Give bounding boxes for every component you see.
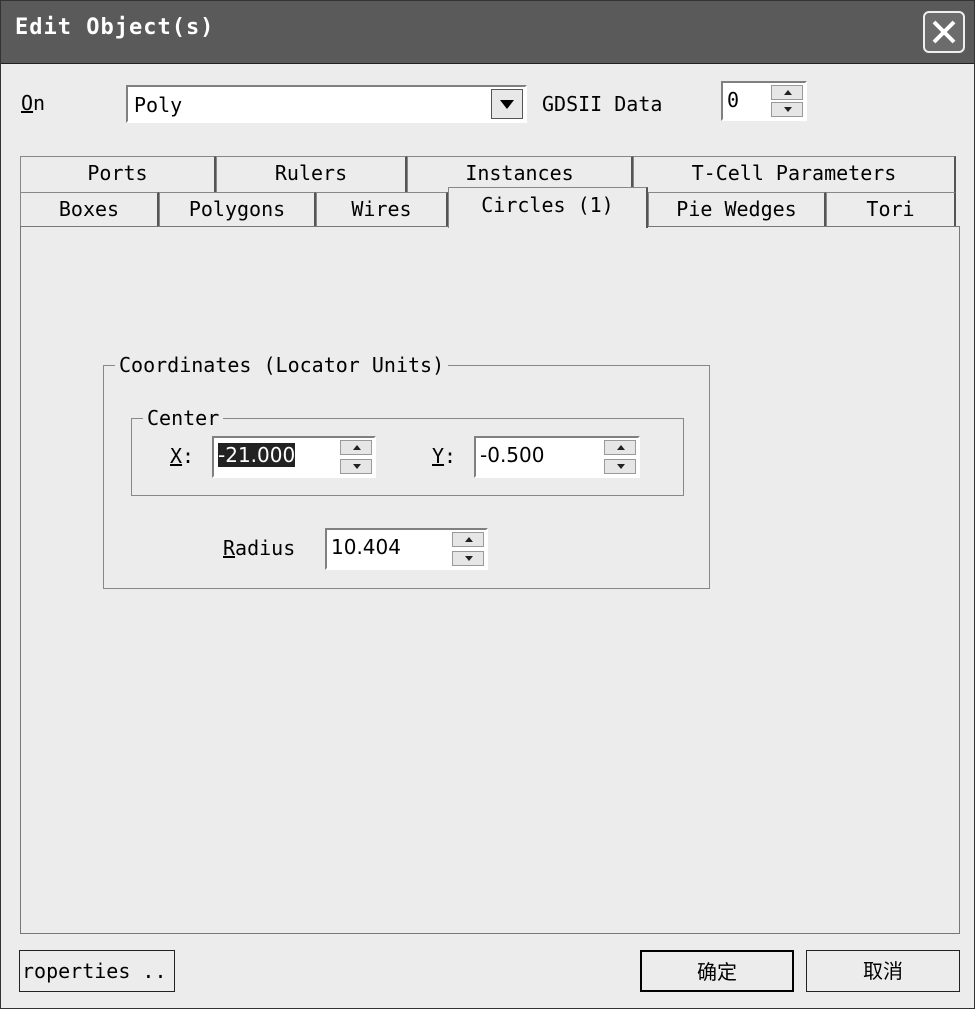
coordinates-group: Coordinates (Locator Units) Center X: -2… (103, 353, 710, 589)
ok-button[interactable]: 确定 (640, 950, 794, 992)
gdsii-data-value: 0 (727, 88, 740, 112)
arrow-up-icon (465, 537, 473, 542)
center-x-up-button[interactable] (340, 440, 372, 455)
gdsii-up-button[interactable] (771, 85, 803, 100)
x-label-rest: : (182, 444, 195, 468)
tab-wires[interactable]: Wires (316, 192, 448, 227)
radius-label-accel: R (223, 536, 236, 560)
y-label-rest: : (444, 444, 457, 468)
layer-value: Poly (134, 93, 183, 117)
center-x-down-button[interactable] (340, 459, 372, 474)
on-label: On (21, 91, 45, 115)
arrow-up-icon (784, 90, 792, 95)
tab-rulers[interactable]: Rulers (216, 156, 407, 192)
title-bar[interactable]: Edit Object(s) (1, 1, 974, 64)
y-label-accel: Y (432, 444, 445, 468)
edit-object-dialog: Edit Object(s) On Poly GDSII Data 0 Port… (0, 0, 975, 1009)
center-y-up-button[interactable] (604, 440, 636, 455)
radius-value: 10.404 (331, 535, 401, 559)
gdsii-data-label: GDSII Data (542, 92, 663, 116)
layer-dropdown-button[interactable] (491, 89, 523, 119)
close-icon (932, 20, 956, 44)
x-label-accel: X (170, 444, 183, 468)
center-y-down-button[interactable] (604, 459, 636, 474)
arrow-down-icon (353, 464, 361, 469)
radius-label: Radius (223, 536, 295, 560)
arrow-up-icon (617, 445, 625, 450)
properties-button[interactable]: roperties .. (19, 950, 175, 992)
y-label: Y: (432, 444, 456, 468)
cancel-button[interactable]: 取消 (806, 950, 960, 992)
tab-t-cell-parameters[interactable]: T-Cell Parameters (633, 156, 956, 192)
arrow-up-icon (353, 445, 361, 450)
layer-select[interactable]: Poly (126, 85, 527, 123)
center-group: Center X: -21.000 Y: -0.500 (131, 406, 684, 496)
chevron-down-icon (500, 100, 514, 109)
tab-pie-wedges[interactable]: Pie Wedges (648, 192, 826, 227)
on-label-accel: O (21, 91, 34, 115)
close-button[interactable] (923, 11, 965, 53)
center-group-label: Center (143, 406, 224, 430)
center-x-stepper[interactable]: -21.000 (212, 436, 376, 478)
tab-ports[interactable]: Ports (20, 156, 216, 192)
arrow-down-icon (465, 556, 473, 561)
arrow-down-icon (617, 464, 625, 469)
tab-panel-circles: Coordinates (Locator Units) Center X: -2… (20, 226, 960, 934)
center-y-value: -0.500 (480, 443, 545, 467)
tab-polygons[interactable]: Polygons (159, 192, 316, 227)
window-title: Edit Object(s) (15, 15, 215, 40)
tab-tori[interactable]: Tori (826, 192, 956, 227)
center-y-stepper[interactable]: -0.500 (474, 436, 640, 478)
radius-up-button[interactable] (452, 532, 484, 547)
tab-circles[interactable]: Circles (1) (448, 187, 648, 228)
arrow-down-icon (784, 107, 792, 112)
radius-down-button[interactable] (452, 551, 484, 566)
radius-label-rest: adius (235, 536, 296, 560)
tab-boxes[interactable]: Boxes (20, 192, 159, 227)
center-x-value: -21.000 (218, 443, 296, 467)
gdsii-data-stepper[interactable]: 0 (721, 81, 807, 121)
radius-stepper[interactable]: 10.404 (325, 528, 488, 570)
x-label: X: (170, 444, 194, 468)
gdsii-down-button[interactable] (771, 102, 803, 117)
on-label-rest: n (33, 91, 46, 115)
coordinates-group-label: Coordinates (Locator Units) (115, 353, 449, 377)
